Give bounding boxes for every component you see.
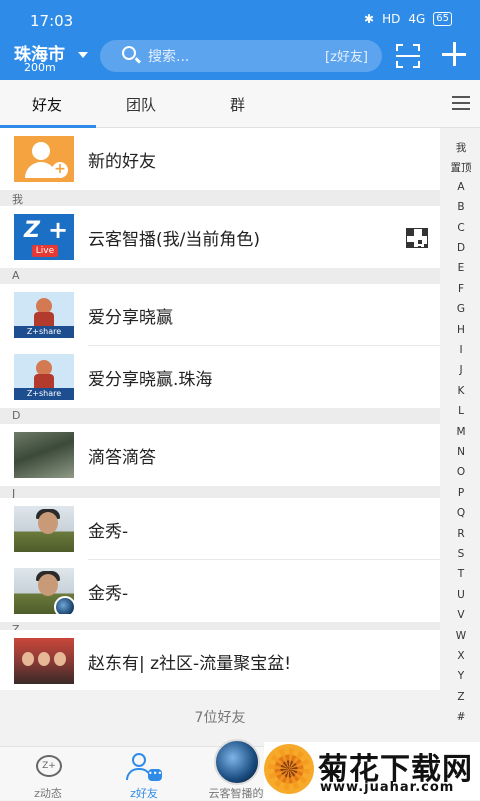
contact-name: 赵东有| z社区-流量聚宝盆! [88,654,292,674]
contact-row[interactable]: 赵东有| z社区-流量聚宝盆! [0,630,440,692]
tab-friends[interactable]: 好友 [32,94,62,115]
scan-icon[interactable] [396,44,420,68]
nav-z-feed[interactable]: Z+ z动态 [8,747,88,801]
index-letter[interactable]: A [446,181,476,193]
contact-row[interactable]: Z+share 爱分享晓赢.珠海 [0,346,440,408]
watermark: 菊花下载网 www.juahar.com [264,742,480,800]
index-letter[interactable]: I [446,344,476,356]
index-letter[interactable]: O [446,466,476,478]
index-letter[interactable]: B [446,201,476,213]
status-time: 17:03 [30,12,74,30]
avatar [14,568,74,614]
index-letter[interactable]: C [446,222,476,234]
nav-label: z动态 [34,787,62,800]
index-letter[interactable]: M [446,426,476,438]
contact-row[interactable]: 滴答滴答 [0,424,440,486]
friend-count: 7位好友 [0,690,440,746]
contact-name: 爱分享晓赢.珠海 [88,370,213,390]
battery-icon: 65 [433,12,452,26]
friends-icon: ••• [126,753,162,781]
watermark-url: www.juahar.com [320,780,455,795]
avatar [14,506,74,552]
index-letter[interactable]: F [446,283,476,295]
section-header-a: A [0,268,440,284]
index-letter[interactable]: V [446,609,476,621]
search-bar[interactable]: 搜索... [z好友] [100,40,382,72]
app-header: 17:03 ✱ HD 4G 65 珠海市 200m 搜索... [z好友] [0,0,480,80]
new-friend-row[interactable]: + 新的好友 [0,128,440,190]
globe-icon [214,739,260,785]
index-letter[interactable]: H [446,324,476,336]
contact-name: 云客智播(我/当前角色) [88,230,260,250]
contact-tabs: 好友 团队 群 [0,80,480,128]
index-letter[interactable]: U [446,589,476,601]
index-letter[interactable]: Y [446,670,476,682]
index-letter[interactable]: X [446,650,476,662]
index-letter[interactable]: # [446,711,476,723]
avatar [14,432,74,478]
index-letter[interactable]: W [446,630,476,642]
add-icon[interactable] [442,42,466,66]
section-header-d: D [0,408,440,424]
index-letter[interactable]: T [446,568,476,580]
nav-z-friends[interactable]: ••• z好友 [104,747,184,801]
index-letter[interactable]: K [446,385,476,397]
z-bubble-icon: Z+ [36,755,62,777]
index-letter[interactable]: Z [446,691,476,703]
contact-row[interactable]: 金秀- [0,560,440,622]
contact-name: 金秀- [88,584,129,604]
tab-team[interactable]: 团队 [126,94,156,115]
z-share-logo: Z+share [14,354,74,400]
index-letter[interactable]: G [446,303,476,315]
search-icon [122,46,136,60]
index-letter[interactable]: L [446,405,476,417]
index-letter[interactable]: S [446,548,476,560]
z-share-logo: Z+share [14,292,74,338]
index-letter[interactable]: J [446,364,476,376]
index-letter[interactable]: N [446,446,476,458]
search-placeholder: 搜索... [148,49,190,65]
toolbar: 珠海市 200m 搜索... [z好友] [0,40,480,80]
z-live-logo: Z + Live [14,214,74,260]
qr-code-icon[interactable] [406,228,428,248]
contact-row[interactable]: Z + Live 云客智播(我/当前角色) [0,206,440,268]
tab-group[interactable]: 群 [230,94,245,115]
bluetooth-icon: ✱ [364,12,375,26]
index-letter[interactable]: E [446,262,476,274]
index-letter[interactable]: P [446,487,476,499]
index-letter[interactable]: 我 [446,140,476,155]
search-scope-tag: [z好友] [325,50,368,65]
add-friend-icon: + [14,136,74,182]
new-friend-label: 新的好友 [88,152,156,172]
contact-row[interactable]: Z+share 爱分享晓赢 [0,284,440,346]
contact-name: 滴答滴答 [88,448,156,468]
nav-label: z好友 [130,787,158,800]
signal-type: 4G [408,12,426,26]
index-letter[interactable]: 置顶 [446,160,476,175]
city-distance: 200m [24,61,56,74]
section-header-me: 我 [0,190,440,206]
flower-logo-icon [264,744,314,794]
index-letter[interactable]: R [446,528,476,540]
menu-icon[interactable] [452,96,470,110]
avatar [14,638,74,684]
status-icons: ✱ HD 4G 65 [364,12,452,26]
contact-name: 金秀- [88,522,129,542]
contact-name: 爱分享晓赢 [88,308,173,328]
index-letter[interactable]: Q [446,507,476,519]
contact-row[interactable]: 金秀- [0,498,440,560]
index-letter[interactable]: D [446,242,476,254]
network-type: HD [382,12,401,26]
chevron-down-icon [78,52,88,58]
status-bar: 17:03 ✱ HD 4G 65 [0,0,480,40]
